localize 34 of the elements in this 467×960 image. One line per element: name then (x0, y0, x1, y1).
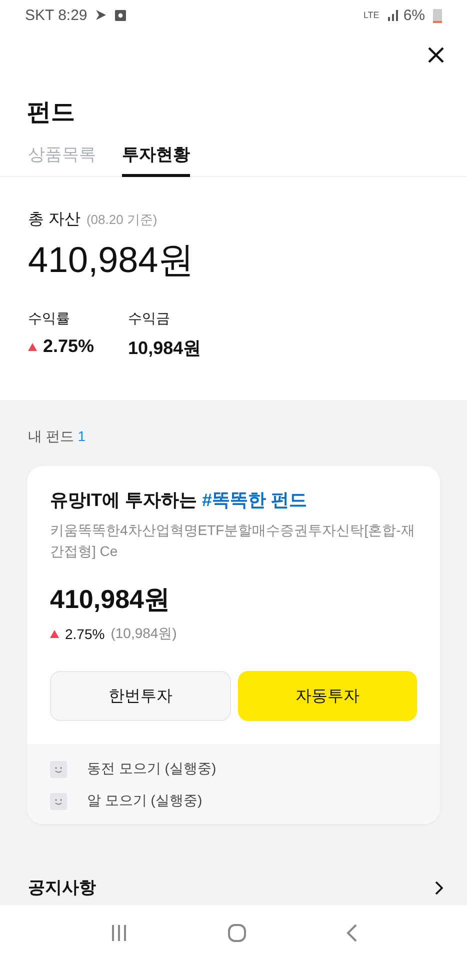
return-rate-label: 수익률 (28, 310, 71, 328)
profit-value: 10,984원 (128, 337, 202, 360)
close-icon[interactable] (427, 46, 445, 64)
total-assets-label: 총 자산 (28, 210, 80, 230)
fund-count: 1 (78, 428, 86, 444)
home-icon[interactable] (226, 922, 246, 942)
photo-icon (115, 10, 126, 20)
status-time: SKT 8:29 (25, 6, 88, 24)
chevron-right-icon[interactable] (435, 880, 443, 894)
smiley-icon (50, 792, 67, 810)
one-time-invest-button[interactable]: 한번투자 (50, 671, 231, 721)
back-icon[interactable] (346, 922, 358, 942)
plan-status: 동전 모으기 (실행중) (87, 760, 216, 778)
tab[interactable]: 투자현황 (122, 138, 190, 177)
battery-icon (433, 8, 442, 22)
signal-icon (387, 9, 400, 21)
page-title: 펀드 (27, 98, 76, 128)
fund-amount: 410,984원 (50, 583, 171, 616)
fund-name: 키움똑똑한4차산업혁명ETF분할매수증권투자신탁[혼합-재간접형] Ce (50, 521, 416, 561)
notice-label[interactable]: 공지사항 (28, 876, 96, 899)
auto-invest-button[interactable]: 자동투자 (238, 671, 417, 721)
date-note: (08.20 기준) (86, 211, 158, 229)
fund-title: 유망IT에 투자하는 #똑똑한 펀드 (50, 489, 308, 512)
fund-change-amount: (10,984원) (110, 625, 177, 643)
plan-status: 알 모으기 (실행중) (87, 792, 202, 810)
smiley-icon (50, 760, 67, 778)
total-assets-value: 410,984원 (28, 238, 196, 282)
profit-label: 수익금 (128, 310, 172, 328)
battery-percent: 6% (403, 6, 425, 24)
fund-change-rate: 2.75% (65, 626, 105, 642)
my-funds-label: 내 펀드 (28, 428, 74, 444)
return-rate-value: 2.75% (43, 336, 94, 357)
network-type: LTE (363, 10, 380, 20)
recent-apps-icon[interactable] (110, 924, 128, 942)
